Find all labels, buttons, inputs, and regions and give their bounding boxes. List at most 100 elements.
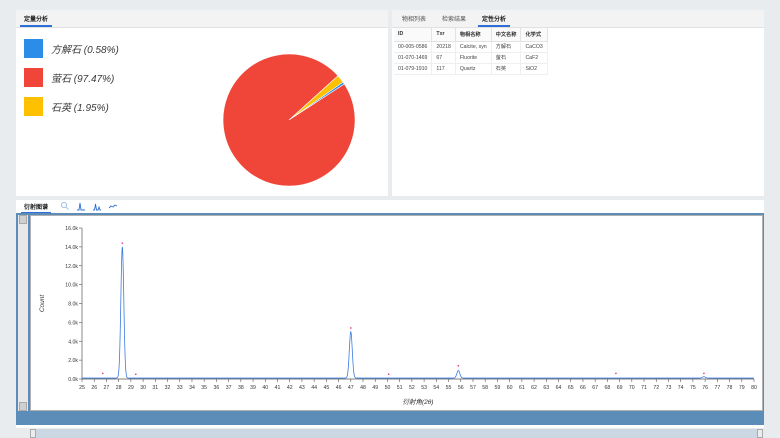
x-tick-label: 28 xyxy=(116,385,122,391)
x-tick-label: 58 xyxy=(482,385,488,391)
x-tick-label: 31 xyxy=(152,385,158,391)
x-tick-label: 27 xyxy=(104,385,110,391)
diffraction-tabbar: 衍射图谱 xyxy=(16,200,764,214)
x-tick-label: 63 xyxy=(543,385,549,391)
quantitative-tabbar: 定量分析 xyxy=(16,10,388,28)
x-tick-label: 47 xyxy=(348,385,354,391)
table-cell: CaCO3 xyxy=(520,41,548,53)
y-tick-label: 4.0k xyxy=(68,339,78,345)
x-axis-label: 衍射角(2θ) xyxy=(403,398,434,406)
peak-marker[interactable] xyxy=(121,242,124,244)
table-cell: 117 xyxy=(431,63,456,75)
table-cell: Fluorite xyxy=(455,52,492,64)
legend-item: 石英 (1.95%) xyxy=(24,96,119,116)
table-cell: Calcite, syn xyxy=(455,41,492,53)
x-tick-label: 51 xyxy=(397,385,403,391)
peak-marker[interactable] xyxy=(349,327,352,329)
scroll-thumb-right[interactable] xyxy=(757,429,763,438)
app-window: 定量分析 方解石 (0.58%) 萤石 (97.47%) 石英 (1.95%) 物相… xyxy=(0,0,780,438)
qualitative-tabbar: 物相列表 检索结果 定性分析 xyxy=(392,10,764,28)
tab-quantitative[interactable]: 定量分析 xyxy=(16,14,56,27)
x-tick-label: 50 xyxy=(385,385,391,391)
x-tick-label: 41 xyxy=(275,385,281,391)
table-row[interactable]: 01-079-1910 117 Quartz 石英 SiO2 xyxy=(394,63,548,75)
x-tick-label: 79 xyxy=(739,385,745,391)
x-tick-label: 26 xyxy=(91,385,97,391)
tab-search-results[interactable]: 检索结果 xyxy=(434,14,474,27)
x-tick-label: 46 xyxy=(336,385,342,391)
tab-phase-list[interactable]: 物相列表 xyxy=(394,14,434,27)
x-tick-label: 45 xyxy=(323,385,329,391)
scroll-thumb-top[interactable] xyxy=(19,215,27,224)
x-tick-label: 52 xyxy=(409,385,415,391)
pie-slice[interactable] xyxy=(222,53,356,187)
x-tick-label: 78 xyxy=(727,385,733,391)
column-header[interactable]: Txr xyxy=(431,28,456,42)
y-tick-label: 2.0k xyxy=(68,358,78,364)
diffraction-panel: 衍射图谱 0.0k 2.0k 4.0k 6.0k 8.0k 10.0k 12.0k 14.0k… xyxy=(16,200,764,438)
peak-marker[interactable] xyxy=(615,372,617,375)
x-tick-label: 55 xyxy=(446,385,452,391)
y-axis-label: Count xyxy=(39,294,46,313)
x-tick-label: 32 xyxy=(165,385,171,391)
peak-marker[interactable] xyxy=(457,364,460,367)
x-tick-label: 34 xyxy=(189,385,195,391)
x-tick-label: 44 xyxy=(311,385,317,391)
peak-marker[interactable] xyxy=(101,372,104,375)
table-cell: 01-070-1469 xyxy=(394,52,433,64)
x-tick-label: 62 xyxy=(531,385,537,391)
vertical-scrollbar[interactable] xyxy=(18,215,28,411)
tab-qualitative[interactable]: 定性分析 xyxy=(474,14,514,27)
chart-frame: 0.0k 2.0k 4.0k 6.0k 8.0k 10.0k 12.0k 14.0k 16.0k… xyxy=(16,213,764,438)
table-row[interactable]: 01-070-1469 67 Fluorite 萤石 CaF2 xyxy=(394,52,548,64)
quantitative-panel: 定量分析 方解石 (0.58%) 萤石 (97.47%) 石英 (1.95%) xyxy=(16,10,388,196)
x-tick-label: 49 xyxy=(372,385,378,391)
legend-label: 石英 (1.95%) xyxy=(51,102,109,114)
column-header[interactable]: 中文名称 xyxy=(491,28,522,42)
spectrum-line xyxy=(82,246,754,379)
x-tick-label: 60 xyxy=(507,385,513,391)
diffraction-chart-area[interactable]: 0.0k 2.0k 4.0k 6.0k 8.0k 10.0k 12.0k 14.0k 16.0k… xyxy=(30,215,763,411)
column-header[interactable]: ID xyxy=(394,28,433,42)
peak-label-icon[interactable] xyxy=(92,201,102,211)
table-cell: CaF2 xyxy=(520,52,548,64)
peak-marker[interactable] xyxy=(134,373,137,376)
fit-icon[interactable] xyxy=(108,201,118,211)
zoom-icon[interactable] xyxy=(60,201,70,211)
horizontal-scrollbar[interactable] xyxy=(30,429,763,438)
column-header[interactable]: 化学式 xyxy=(520,28,548,42)
x-tick-label: 57 xyxy=(470,385,476,391)
scroll-thumb-left[interactable] xyxy=(30,429,36,438)
x-tick-label: 75 xyxy=(690,385,696,391)
x-tick-label: 68 xyxy=(604,385,610,391)
tab-diffraction[interactable]: 衍射图谱 xyxy=(18,202,54,214)
column-header[interactable]: 物相名称 xyxy=(455,28,492,42)
x-tick-label: 80 xyxy=(751,385,757,391)
table-cell: SiO2 xyxy=(520,63,548,75)
x-tick-label: 30 xyxy=(140,385,146,391)
x-tick-label: 66 xyxy=(580,385,586,391)
y-tick-label: 14.0k xyxy=(65,245,78,251)
x-tick-label: 72 xyxy=(653,385,659,391)
legend-label: 方解石 (0.58%) xyxy=(51,44,119,56)
qualitative-panel: 物相列表 检索结果 定性分析 ID Txr 物相名称 中文名称 化学式 00-005-058… xyxy=(392,10,764,196)
peak-icon[interactable] xyxy=(76,201,86,211)
table-row[interactable]: 00-005-0586 20218 Calcite, syn 方解石 CaCO3 xyxy=(394,41,548,53)
x-tick-label: 61 xyxy=(519,385,525,391)
table-header-row: ID Txr 物相名称 中文名称 化学式 xyxy=(394,28,548,42)
legend-item: 方解石 (0.58%) xyxy=(24,38,119,58)
x-tick-label: 38 xyxy=(238,385,244,391)
y-tick-label: 6.0k xyxy=(68,320,78,326)
peak-marker[interactable] xyxy=(703,372,705,375)
x-tick-label: 40 xyxy=(262,385,268,391)
table-cell: 石英 xyxy=(491,63,522,75)
x-tick-label: 71 xyxy=(641,385,647,391)
peak-marker[interactable] xyxy=(387,373,390,376)
scroll-thumb-bottom[interactable] xyxy=(19,402,27,411)
diffraction-chart: 0.0k 2.0k 4.0k 6.0k 8.0k 10.0k 12.0k 14.0k 16.0k… xyxy=(39,226,757,406)
y-tick-label: 8.0k xyxy=(68,302,78,308)
legend-swatch xyxy=(24,96,43,116)
x-tick-label: 67 xyxy=(592,385,598,391)
legend-label: 萤石 (97.47%) xyxy=(51,73,115,85)
x-tick-label: 43 xyxy=(299,385,305,391)
